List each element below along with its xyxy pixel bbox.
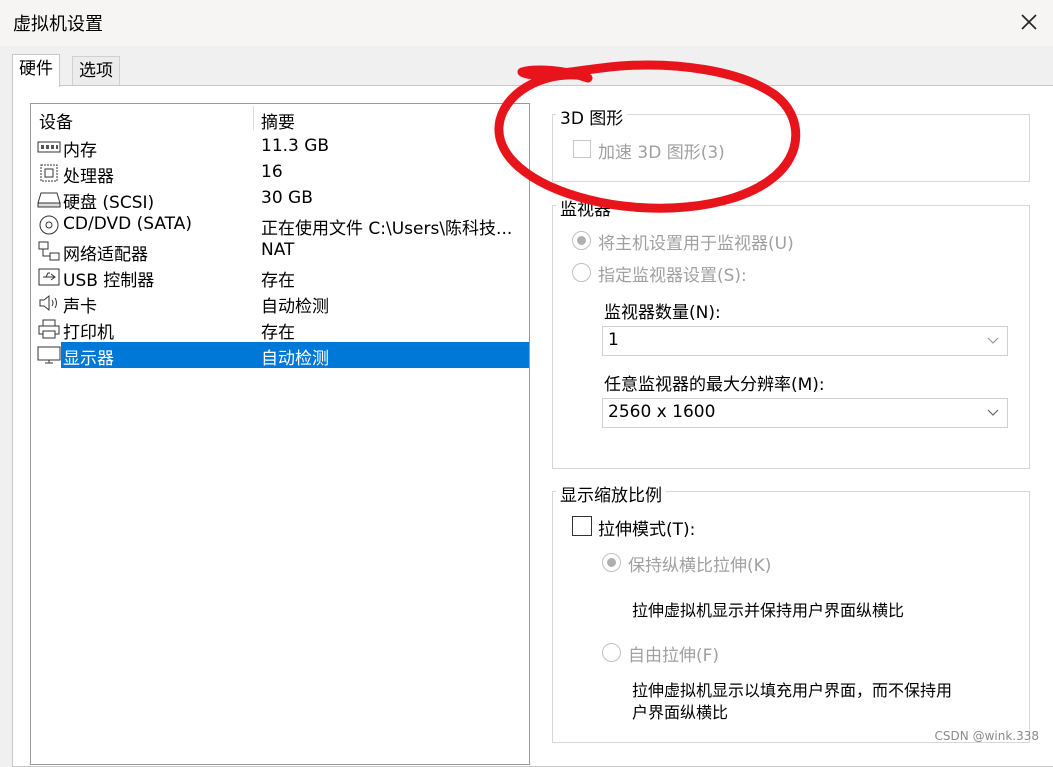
device-summary: 16 [261, 162, 283, 182]
device-row-memory[interactable]: 内存 11.3 GB [31, 134, 529, 161]
max-resolution-label: 任意监视器的最大分辨率(M): [604, 375, 825, 395]
column-header-device[interactable]: 设备 [39, 108, 73, 133]
display-icon [37, 346, 61, 364]
device-row-usb[interactable]: USB 控制器 存在 [31, 264, 529, 291]
device-summary: 自动检测 [261, 297, 329, 317]
free-stretch-description-line2: 户界面纵横比 [632, 703, 729, 722]
printer-icon [38, 319, 60, 339]
harddisk-icon [37, 192, 61, 208]
sound-icon [39, 294, 57, 312]
device-name: 打印机 [63, 323, 114, 343]
accelerate-3d-checkbox[interactable] [573, 140, 591, 158]
device-row-display[interactable]: 显示器 自动检测 [31, 342, 529, 369]
device-list[interactable]: 设备 摘要 内存 11.3 GB 处理器 16 硬盘 (SCSI) 30 GB [30, 103, 530, 765]
tab-options[interactable]: 选项 [72, 56, 120, 86]
title-bar: 虚拟机设置 [0, 0, 1053, 46]
use-host-radio[interactable] [572, 231, 591, 250]
device-summary: NAT [261, 240, 295, 260]
device-name: 网络适配器 [63, 245, 148, 265]
keep-aspect-description: 拉伸虚拟机显示并保持用户界面纵横比 [632, 601, 905, 620]
memory-icon [37, 141, 61, 153]
monitor-count-select[interactable]: 1 [602, 326, 1008, 356]
device-summary: 30 GB [261, 188, 313, 208]
close-icon [1021, 14, 1037, 30]
device-summary: 自动检测 [261, 349, 329, 369]
column-divider[interactable] [253, 106, 254, 130]
processor-icon [40, 164, 58, 182]
device-summary: 11.3 GB [261, 136, 330, 156]
max-resolution-value: 2560 x 1600 [608, 402, 716, 422]
device-name: 声卡 [63, 297, 97, 317]
network-icon [38, 241, 60, 261]
device-list-header: 设备 摘要 [31, 104, 529, 133]
device-row-printer[interactable]: 打印机 存在 [31, 316, 529, 343]
group-title-monitor: 监视器 [556, 195, 615, 220]
column-header-summary[interactable]: 摘要 [261, 108, 295, 133]
device-name: 处理器 [63, 167, 114, 187]
device-summary: 正在使用文件 C:\Users\陈科技... [261, 219, 513, 239]
usb-icon [38, 268, 60, 286]
device-name: 硬盘 (SCSI) [63, 193, 155, 213]
device-row-cddvd[interactable]: CD/DVD (SATA) 正在使用文件 C:\Users\陈科技... [31, 212, 529, 239]
device-row-processor[interactable]: 处理器 16 [31, 160, 529, 187]
chevron-down-icon [987, 409, 999, 416]
specify-monitor-label: 指定监视器设置(S): [598, 266, 747, 286]
stretch-mode-checkbox[interactable] [572, 516, 592, 536]
keep-aspect-radio[interactable] [602, 553, 621, 572]
accelerate-3d-label: 加速 3D 图形(3) [598, 143, 725, 163]
device-row-sound[interactable]: 声卡 自动检测 [31, 290, 529, 317]
device-name: CD/DVD (SATA) [63, 214, 192, 234]
group-title-display-scaling: 显示缩放比例 [556, 481, 666, 506]
monitor-count-value: 1 [608, 330, 619, 350]
free-stretch-description-line1: 拉伸虚拟机显示以填充用户界面，而不保持用 [632, 681, 953, 700]
monitor-count-label: 监视器数量(N): [604, 303, 721, 323]
cd-icon [39, 215, 59, 235]
group-title-3d-graphics: 3D 图形 [556, 104, 628, 129]
device-summary: 存在 [261, 271, 295, 291]
specify-monitor-radio[interactable] [572, 263, 591, 282]
device-row-harddisk[interactable]: 硬盘 (SCSI) 30 GB [31, 186, 529, 213]
device-name: USB 控制器 [63, 271, 155, 291]
close-button[interactable] [1015, 8, 1043, 36]
device-name: 内存 [63, 141, 97, 161]
use-host-label: 将主机设置用于监视器(U) [598, 234, 794, 254]
device-row-network[interactable]: 网络适配器 NAT [31, 238, 529, 265]
device-summary: 存在 [261, 323, 295, 343]
tab-hardware[interactable]: 硬件 [12, 54, 60, 87]
watermark: CSDN @wink.338 [934, 729, 1039, 743]
device-name: 显示器 [63, 349, 114, 369]
chevron-down-icon [987, 337, 999, 344]
free-stretch-radio[interactable] [602, 643, 621, 662]
stretch-mode-label: 拉伸模式(T): [598, 520, 696, 540]
free-stretch-label: 自由拉伸(F) [628, 646, 720, 666]
max-resolution-select[interactable]: 2560 x 1600 [602, 398, 1008, 428]
window-title: 虚拟机设置 [13, 14, 103, 35]
tab-strip: 硬件 选项 [0, 46, 1053, 87]
keep-aspect-label: 保持纵横比拉伸(K) [628, 556, 772, 576]
